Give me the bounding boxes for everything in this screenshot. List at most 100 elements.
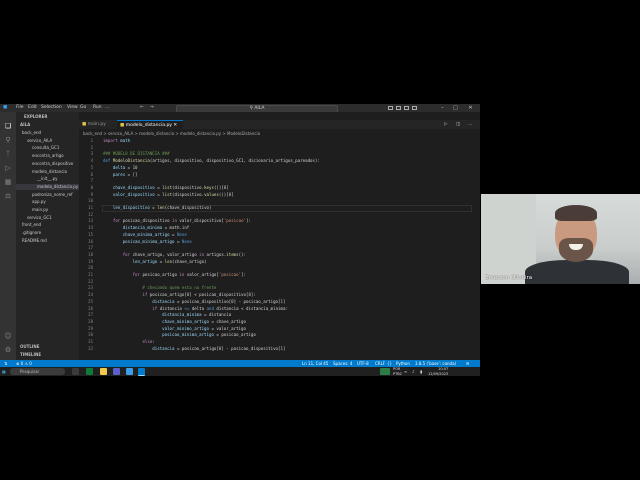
close-tab-icon[interactable]: ✕ <box>172 123 177 128</box>
status-tray-icon[interactable] <box>380 368 390 375</box>
search-icon[interactable]: ⚲ <box>4 136 12 144</box>
file-explorer-icon[interactable] <box>100 368 107 375</box>
python-interpreter[interactable]: 3.8.5 ('base': conda) <box>415 360 456 367</box>
volume-icon[interactable]: ♪ <box>412 367 415 376</box>
nav-back-icon[interactable]: ← <box>140 104 144 112</box>
tree-item[interactable]: app.py <box>16 199 79 205</box>
windows-start-icon[interactable]: ▦ <box>2 367 6 376</box>
tree-item[interactable]: back_end <box>16 130 79 136</box>
menu-more[interactable]: ... <box>105 104 109 112</box>
toggle-secondary-sidebar-icon[interactable] <box>404 106 409 110</box>
code-line[interactable]: posicao_minima_artigo = posicao_artigo <box>103 332 256 339</box>
toggle-panel-icon[interactable] <box>396 106 401 110</box>
workspace-section[interactable]: AILA <box>20 122 30 128</box>
code-line[interactable]: distancia_minima = math.inf <box>103 225 190 232</box>
code-line[interactable]: for posicao_artigo in valor_artigo['posi… <box>103 272 246 279</box>
input-language[interactable]: POR PTB2 <box>393 367 402 376</box>
taskbar-search[interactable]: Pesquisar <box>10 368 65 375</box>
outline-section[interactable]: OUTLINE <box>20 344 40 350</box>
code-line[interactable]: delta = 10 <box>103 165 138 172</box>
nav-forward-icon[interactable]: → <box>150 104 154 112</box>
tree-item[interactable]: encontra_artigo <box>16 153 79 159</box>
code-line[interactable]: distancia = posicao_dispositivo[0] - pos… <box>103 299 285 306</box>
tree-item[interactable]: modelo_distancia <box>16 169 79 175</box>
vscode-taskbar-icon[interactable] <box>138 368 145 376</box>
more-actions-icon[interactable]: … <box>465 120 476 129</box>
code-line[interactable]: chave_dispositivo = list(dispositivo.key… <box>103 185 229 192</box>
extensions-icon[interactable]: ▦ <box>4 178 12 186</box>
menu-selection[interactable]: Selection <box>41 104 62 112</box>
menu-run[interactable]: Run <box>93 104 102 112</box>
code-line[interactable]: posicao_minima_artigo = None <box>103 239 192 246</box>
braces-icon[interactable]: {} <box>387 360 392 367</box>
remote-icon[interactable]: ⇅ <box>4 360 7 367</box>
tree-item[interactable]: main.py <box>16 207 79 213</box>
indentation[interactable]: Spaces: 4 <box>333 360 352 367</box>
tree-item[interactable]: .gitignore <box>16 230 79 236</box>
code-line[interactable]: distancia_minima = distancia <box>103 312 231 319</box>
code-line[interactable]: for chave_artigo, valor_artigo in artigo… <box>103 252 246 259</box>
run-python-icon[interactable]: ▷ <box>441 120 450 129</box>
tree-item[interactable]: servico_AILA <box>16 138 79 144</box>
tree-item[interactable]: consulta_GC1 <box>16 145 79 151</box>
code-line[interactable]: def ModeloDistancia(artigos, dispositivo… <box>103 158 320 165</box>
source-control-icon[interactable]: ᛉ <box>4 150 12 158</box>
end-of-line[interactable]: CRLF <box>375 360 385 367</box>
toggle-sidebar-icon[interactable] <box>388 106 393 110</box>
account-icon[interactable]: ☺ <box>4 332 12 340</box>
battery-icon[interactable]: ▮ <box>420 367 422 376</box>
menu-view[interactable]: View <box>67 104 78 112</box>
code-line[interactable]: import math <box>103 138 130 145</box>
menu-edit[interactable]: Edit <box>28 104 37 112</box>
code-line[interactable]: for posicao_dispositivo in valor_disposi… <box>103 218 251 225</box>
code-line[interactable]: chave_minima_artigo = chave_artigo <box>103 319 246 326</box>
run-debug-icon[interactable]: ▷ <box>4 164 12 172</box>
teams-icon[interactable] <box>113 368 120 375</box>
tree-item[interactable]: encontra_dispositivo <box>16 161 79 167</box>
wifi-icon[interactable]: ≈ <box>404 367 407 376</box>
tree-item[interactable]: front_end <box>16 222 79 228</box>
code-line[interactable]: if posicao_artigo[0] < posicao_dispositi… <box>103 292 255 299</box>
breadcrumb[interactable]: back_end > servico_AILA > modelo_distanc… <box>83 131 260 137</box>
notifications-icon[interactable]: ✉ <box>466 360 469 367</box>
menu-file[interactable]: File <box>16 104 24 112</box>
minimize-button[interactable]: – <box>438 104 447 112</box>
code-line[interactable]: ### MODELO DE DISTANCIA ### <box>103 151 170 158</box>
code-line[interactable]: valor_dispositivo = list(dispositivo.val… <box>103 192 234 199</box>
task-view-icon[interactable] <box>72 368 79 375</box>
explorer-icon[interactable]: ❏ <box>4 122 12 130</box>
code-line[interactable]: len_dispositivo = len(chave_dispositivo) <box>103 205 212 212</box>
code-line[interactable]: valor_minimo_artigo = valor_artigo <box>103 326 246 333</box>
close-button[interactable]: ✕ <box>466 104 475 112</box>
code-line[interactable]: chave_minima_artigo = None <box>103 232 187 239</box>
testing-icon[interactable]: ⚖ <box>4 192 12 200</box>
problems-icon[interactable]: ⊗ 0 ⚠ 0 <box>16 360 32 367</box>
line-number: 13 <box>88 218 93 224</box>
customize-layout-icon[interactable] <box>412 106 417 110</box>
tree-item[interactable]: __init__.py <box>16 176 79 182</box>
tree-item[interactable]: modelo_distancia.py <box>16 183 79 190</box>
code-line[interactable]: pares = [] <box>103 172 138 179</box>
gear-icon[interactable]: ⚙ <box>4 346 12 354</box>
tree-item[interactable]: servico_GC1 <box>16 215 79 221</box>
clock[interactable]: 10:07 12/09/2023 <box>428 367 448 376</box>
cursor-position[interactable]: Ln 11, Col 45 <box>302 360 328 367</box>
tab-main-py[interactable]: ■ main.py <box>79 120 117 129</box>
code-line[interactable]: len_artigo = len(chave_artigo) <box>103 259 207 266</box>
split-editor-icon[interactable]: ◫ <box>453 120 463 129</box>
timeline-section[interactable]: TIMELINE <box>20 352 41 358</box>
maximize-button[interactable]: □ <box>451 104 460 112</box>
app-green-icon[interactable] <box>86 368 93 375</box>
language-mode[interactable]: Python <box>396 360 410 367</box>
code-line[interactable]: else: <box>103 339 154 346</box>
code-line[interactable]: distancia = posicao_artigo[0] - posicao_… <box>103 346 285 353</box>
tree-item-label: .gitignore <box>22 230 42 236</box>
tree-item[interactable]: padroniza_nome_ref <box>16 192 79 198</box>
browser-icon[interactable] <box>126 368 133 375</box>
tree-item[interactable]: README.md <box>16 238 79 244</box>
code-line[interactable]: if distancia <= delta and distancia < di… <box>103 306 288 313</box>
menu-go[interactable]: Go <box>80 104 86 112</box>
encoding[interactable]: UTF-8 <box>357 360 369 367</box>
tab-modelo-distancia[interactable]: ■ modelo_distancia.py ✕ <box>117 120 183 129</box>
code-line[interactable]: # checando quem esta na frente <box>103 285 216 292</box>
